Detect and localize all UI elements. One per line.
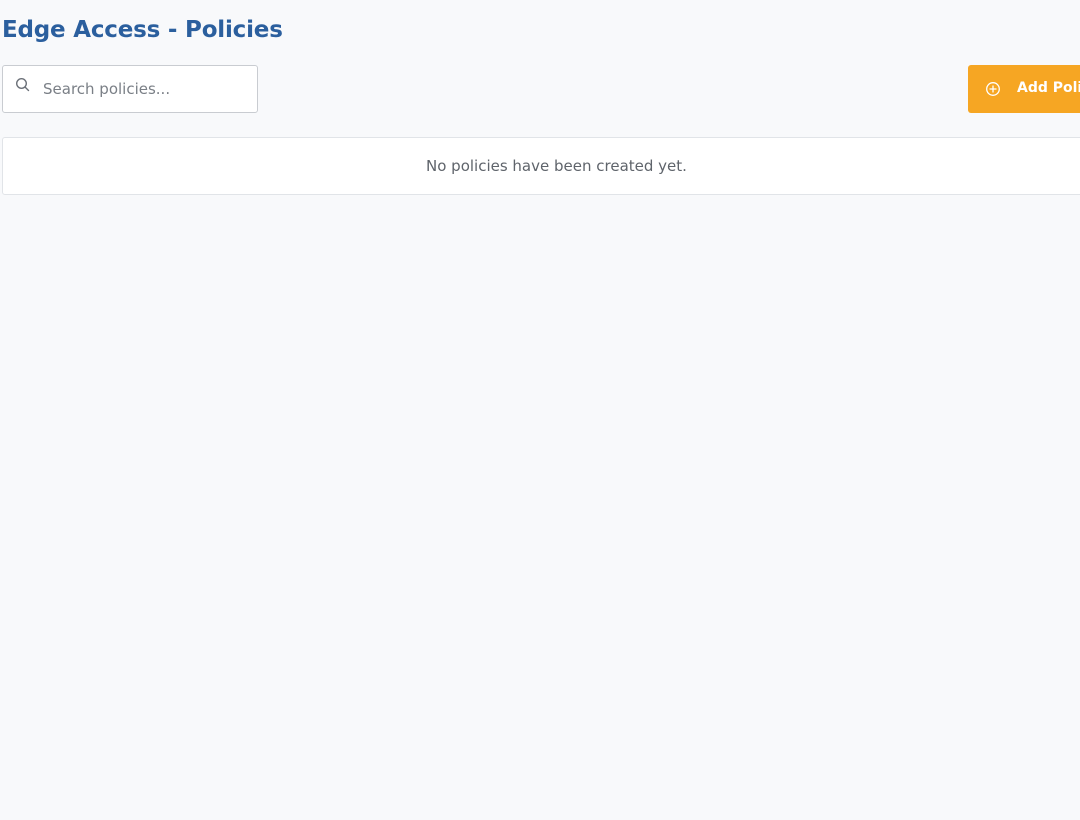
page-title: Edge Access - Policies [2, 17, 283, 43]
plus-circle-icon [985, 81, 1001, 97]
search-box[interactable] [2, 65, 258, 113]
add-policy-label: Add Policy [1017, 80, 1080, 96]
policies-list-empty-state: No policies have been created yet. [2, 137, 1080, 195]
empty-state-message: No policies have been created yet. [426, 157, 687, 175]
search-icon [15, 77, 31, 93]
add-policy-button[interactable]: Add Policy [968, 65, 1080, 113]
policies-page: Edge Access - Policies Add Policy No pol… [0, 0, 1080, 820]
search-input[interactable] [43, 66, 249, 112]
